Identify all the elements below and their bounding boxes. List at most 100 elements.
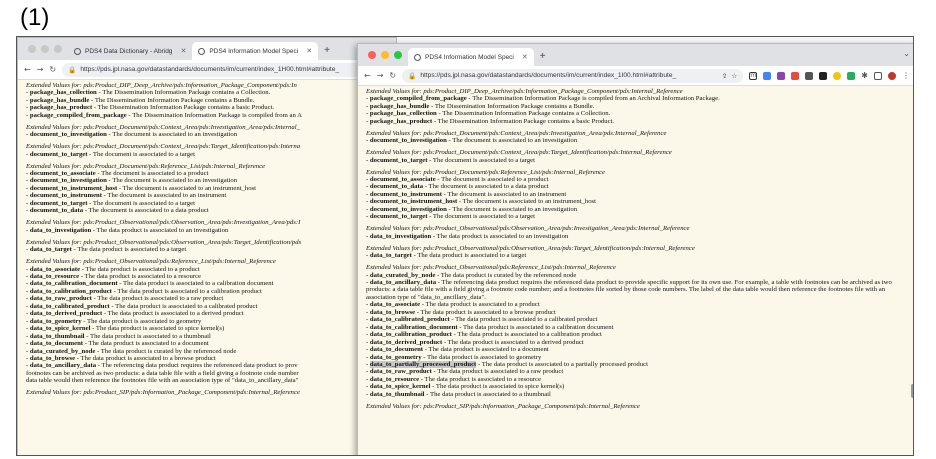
value-term: data_to_partially_processed_product bbox=[369, 360, 477, 368]
value-term: document_to_associate bbox=[369, 176, 436, 184]
value-item: - document_to_instrument_host - The docu… bbox=[26, 184, 257, 192]
value-term: data_to_target bbox=[29, 246, 72, 254]
value-term: document_to_target bbox=[369, 213, 428, 221]
back-arrow-icon[interactable]: ← bbox=[364, 71, 371, 80]
yellow-extension-icon[interactable] bbox=[833, 71, 842, 80]
value-item: - document_to_target - The document is a… bbox=[366, 156, 535, 164]
zoom-window-button[interactable] bbox=[54, 45, 62, 53]
value-description: - The data product is associated to spic… bbox=[430, 383, 565, 391]
value-description: - The data product is associated to a br… bbox=[415, 308, 556, 316]
close-tab-icon[interactable]: ✕ bbox=[522, 53, 528, 61]
reload-icon[interactable]: ↻ bbox=[389, 71, 396, 80]
value-description: - The data product is associated to a ta… bbox=[411, 252, 527, 260]
close-window-button[interactable] bbox=[28, 45, 36, 53]
value-item: - data_to_calibration_document - The dat… bbox=[366, 323, 614, 331]
sidebar-icon[interactable] bbox=[874, 71, 882, 80]
section-heading: Extended Values for: pds:Product_SIP/pds… bbox=[366, 402, 640, 410]
value-item: - data_to_ancillary_data - The referenci… bbox=[26, 362, 298, 370]
value-term: data_to_calibrated_product bbox=[29, 302, 110, 310]
star-icon[interactable]: ☆ bbox=[731, 72, 737, 80]
value-description: - The data product is associated to a re… bbox=[79, 272, 201, 280]
value-description: - The data product is associated to a do… bbox=[83, 340, 209, 348]
value-term: data_to_geometry bbox=[369, 353, 422, 361]
puzzle-icon[interactable]: ✱ bbox=[861, 71, 868, 80]
value-term: data_to_thumbnail bbox=[29, 332, 85, 340]
url-text: https://pds.jpl.nasa.gov/datastandards/d… bbox=[420, 72, 677, 79]
purple-extension-icon[interactable] bbox=[777, 71, 786, 80]
value-term: package_has_collection bbox=[369, 110, 437, 118]
tab-data-dictionary[interactable]: PDS4 Data Dictionary - Abridg ✕ bbox=[68, 42, 192, 60]
value-description: - The data product is associated to a pr… bbox=[420, 301, 540, 309]
shield-extension-icon[interactable] bbox=[805, 71, 814, 80]
page-content: Extended Values for: pds:Product_DIP_Dee… bbox=[358, 86, 913, 455]
back-arrow-icon[interactable]: ← bbox=[24, 65, 31, 74]
value-term: data_to_ancillary_data bbox=[369, 278, 437, 286]
value-item: - data_to_browse - The data product is a… bbox=[26, 354, 216, 362]
lock-icon: 🔒 bbox=[408, 72, 417, 80]
value-term: data_to_thumbnail bbox=[369, 390, 425, 398]
value-term: data_curated_by_node bbox=[29, 347, 96, 355]
value-description: - The data product is associated to a ca… bbox=[117, 280, 274, 288]
value-description: - The data product is associated to a de… bbox=[442, 338, 584, 346]
share-icon[interactable]: ⇪ bbox=[722, 72, 728, 80]
dark-extension-icon[interactable] bbox=[819, 71, 828, 80]
value-description: - The data product is associated to geom… bbox=[81, 317, 202, 325]
value-term: data_to_raw_product bbox=[29, 295, 92, 303]
value-item: - package_compiled_from_package - The Di… bbox=[366, 95, 720, 103]
value-term: package_has_collection bbox=[29, 89, 97, 97]
red-extension-icon[interactable] bbox=[791, 71, 800, 80]
value-item: - data_to_document - The data product is… bbox=[366, 346, 549, 354]
value-description: - The data product is associated to a ca… bbox=[111, 287, 262, 295]
forward-arrow-icon[interactable]: → bbox=[377, 71, 384, 80]
value-item: - document_to_investigation - The docume… bbox=[26, 131, 238, 139]
value-item: - data_to_thumbnail - The data product i… bbox=[26, 332, 211, 340]
close-tab-icon[interactable]: ✕ bbox=[306, 47, 312, 55]
value-item: - data_to_raw_product - The data product… bbox=[366, 368, 564, 376]
value-term: data_curated_by_node bbox=[369, 271, 436, 279]
m-extension-icon[interactable]: m bbox=[749, 71, 758, 80]
value-description: - The data product is associated to a ra… bbox=[431, 368, 564, 376]
tab-bar: PDS4 Information Model Speci ✕ + ⌄ bbox=[358, 44, 913, 66]
value-item: - document_to_instrument - The document … bbox=[366, 190, 567, 198]
value-item: - data_to_spice_kernel - The data produc… bbox=[26, 325, 225, 333]
blue-extension-icon[interactable] bbox=[763, 71, 772, 80]
value-description: - The document is associated to a data p… bbox=[83, 207, 209, 215]
close-window-button[interactable] bbox=[368, 51, 376, 59]
value-term: document_to_instrument_host bbox=[369, 198, 458, 206]
zoom-window-button[interactable] bbox=[394, 51, 402, 59]
address-bar[interactable]: 🔒 https://pds.jpl.nasa.gov/datastandards… bbox=[62, 62, 390, 77]
lock-icon: 🔒 bbox=[68, 66, 77, 74]
new-tab-button[interactable]: + bbox=[534, 48, 552, 66]
value-description: - The Dissemination Information Package … bbox=[96, 89, 271, 97]
value-item: - data_to_resource - The data product is… bbox=[26, 272, 201, 280]
profile-icon[interactable] bbox=[888, 71, 896, 80]
value-item: - document_to_instrument_host - The docu… bbox=[366, 198, 597, 206]
new-tab-button[interactable]: + bbox=[318, 42, 336, 60]
minimize-window-button[interactable] bbox=[381, 51, 389, 59]
value-item: - package_has_product - The Disseminatio… bbox=[26, 104, 275, 112]
value-term: document_to_target bbox=[29, 150, 88, 158]
forward-arrow-icon[interactable]: → bbox=[37, 65, 44, 74]
value-term: data_to_document bbox=[369, 346, 424, 354]
tab-label: PDS4 Data Dictionary - Abridg bbox=[85, 47, 173, 55]
tab-bar: PDS4 Data Dictionary - Abridg ✕ PDS4 Inf… bbox=[18, 38, 396, 60]
value-term: data_to_browse bbox=[29, 354, 76, 362]
tab-information-model[interactable]: PDS4 Information Model Speci ✕ bbox=[408, 48, 534, 66]
scrollbar[interactable] bbox=[911, 384, 913, 398]
section-heading: Extended Values for: pds:Product_Observa… bbox=[26, 238, 302, 246]
chevron-down-icon[interactable]: ⌄ bbox=[903, 49, 910, 58]
value-description: - The data product is associated to a ra… bbox=[91, 295, 224, 303]
section-heading: Extended Values for: pds:Product_Documen… bbox=[366, 149, 672, 157]
value-item: - data_to_target - The data product is a… bbox=[366, 252, 527, 260]
section-heading: Extended Values for: pds:Product_Documen… bbox=[26, 123, 300, 131]
kebab-menu-icon[interactable]: ⋮ bbox=[902, 71, 910, 80]
address-bar[interactable]: 🔒 https://pds.jpl.nasa.gov/datastandards… bbox=[402, 68, 744, 83]
browser-window-front[interactable]: PDS4 Information Model Speci ✕ + ⌄ ← → ↻… bbox=[357, 43, 913, 455]
close-tab-icon[interactable]: ✕ bbox=[180, 47, 186, 55]
value-item: - data_to_calibration_product - The data… bbox=[26, 287, 262, 295]
browser-window-back[interactable]: PDS4 Data Dictionary - Abridg ✕ PDS4 Inf… bbox=[17, 37, 397, 455]
green-extension-icon[interactable] bbox=[847, 71, 856, 80]
minimize-window-button[interactable] bbox=[41, 45, 49, 53]
reload-icon[interactable]: ↻ bbox=[49, 65, 56, 74]
tab-information-model[interactable]: PDS4 Information Model Speci ✕ bbox=[192, 42, 319, 60]
